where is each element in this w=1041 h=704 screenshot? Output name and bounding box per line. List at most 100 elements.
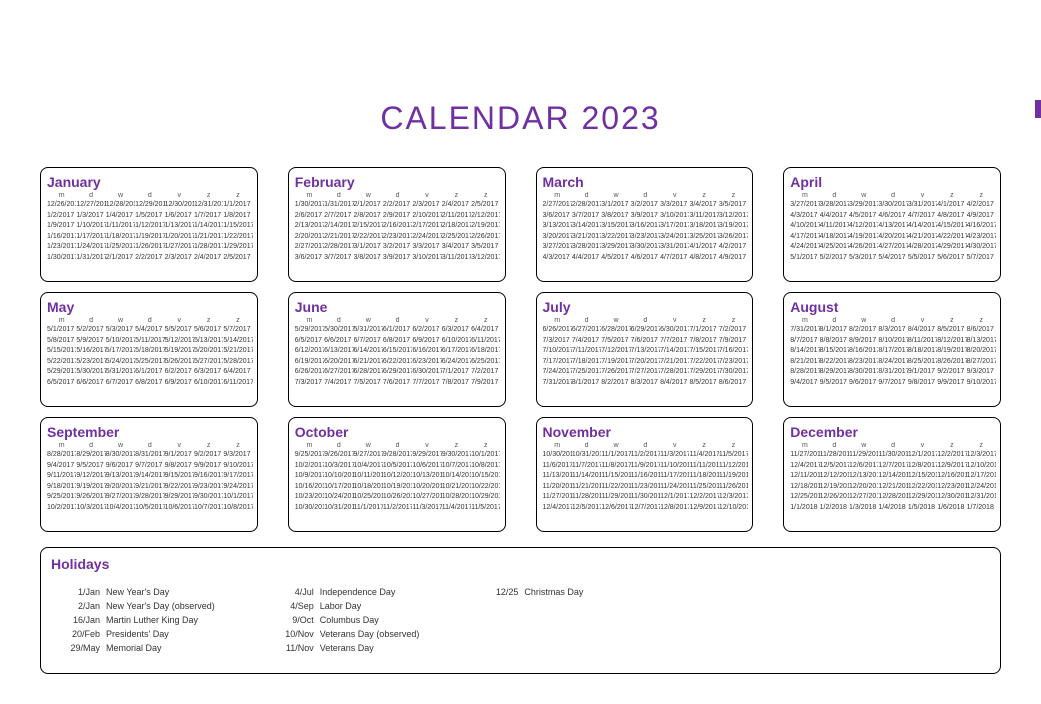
day-cell: 11/30/2017 xyxy=(878,450,907,461)
day-cell: 2/3/2017 xyxy=(165,253,194,264)
day-cell: 2/7/2017 xyxy=(324,211,353,222)
day-cell: 4/10/2017 xyxy=(790,221,819,232)
day-cell: 3/8/2017 xyxy=(354,253,383,264)
dow-cell: d xyxy=(572,317,601,324)
day-cell: 12/29/2017 xyxy=(908,492,937,503)
day-cell: 7/6/2017 xyxy=(631,336,660,347)
day-cell: 2/24/2017 xyxy=(412,232,441,243)
day-cell: 2/1/2017 xyxy=(106,253,135,264)
day-cell: 8/4/2017 xyxy=(908,325,937,336)
week-row: 5/15/20175/16/20175/17/20175/18/20175/19… xyxy=(47,346,253,357)
day-cell: 1/6/2018 xyxy=(937,503,966,514)
day-cell: 8/19/2017 xyxy=(937,346,966,357)
day-cell: 10/2/2017 xyxy=(47,503,76,514)
day-cell: 4/13/2017 xyxy=(878,221,907,232)
day-cell: 1/18/2017 xyxy=(106,232,135,243)
day-cell: 1/27/2017 xyxy=(165,242,194,253)
day-cell: 8/25/2017 xyxy=(908,357,937,368)
day-cell: 6/26/2017 xyxy=(295,367,324,378)
day-cell: 5/12/2017 xyxy=(165,336,194,347)
day-cell: 2/15/2017 xyxy=(354,221,383,232)
dow-cell: d xyxy=(135,317,164,324)
day-cell: 4/15/2017 xyxy=(937,221,966,232)
day-cell: 11/5/2017 xyxy=(471,503,500,514)
day-cell: 10/29/2017 xyxy=(471,492,500,503)
day-cell: 4/19/2017 xyxy=(849,232,878,243)
day-cell: 3/4/2017 xyxy=(689,200,718,211)
day-cell: 6/7/2017 xyxy=(106,378,135,389)
day-cell: 1/21/2017 xyxy=(194,232,223,243)
day-cell: 10/5/2017 xyxy=(383,461,412,472)
day-cell: 5/3/2017 xyxy=(849,253,878,264)
day-cell: 9/9/2017 xyxy=(937,378,966,389)
day-cell: 11/14/2017 xyxy=(572,471,601,482)
holiday-row: 9/OctColumbus Day xyxy=(275,615,420,625)
holiday-name: New Year's Day xyxy=(106,587,215,597)
day-cell: 12/3/2017 xyxy=(967,450,996,461)
day-cell: 5/13/2017 xyxy=(194,336,223,347)
day-cell: 12/4/2017 xyxy=(543,503,572,514)
day-cell: 10/5/2017 xyxy=(135,503,164,514)
day-cell: 6/22/2017 xyxy=(383,357,412,368)
week-row: 12/18/201712/19/201712/20/201712/21/2017… xyxy=(790,482,996,493)
day-cell: 4/7/2017 xyxy=(660,253,689,264)
day-cell: 8/3/2017 xyxy=(878,325,907,336)
day-cell: 9/24/2017 xyxy=(223,482,252,493)
week-row: 8/14/20178/15/20178/16/20178/17/20178/18… xyxy=(790,346,996,357)
holiday-row: 29/MayMemorial Day xyxy=(61,643,215,653)
day-cell: 8/29/2017 xyxy=(820,367,849,378)
day-cell: 1/17/2017 xyxy=(76,232,105,243)
dow-cell: z xyxy=(937,442,966,449)
day-cell: 3/31/2017 xyxy=(908,200,937,211)
day-cell: 9/26/2017 xyxy=(76,492,105,503)
week-row: 10/2/201710/3/201710/4/201710/5/201710/6… xyxy=(47,503,253,514)
day-cell: 10/20/2017 xyxy=(412,482,441,493)
day-cell: 9/8/2017 xyxy=(165,461,194,472)
day-cell: 5/31/2017 xyxy=(106,367,135,378)
dow-row: mdwdvzz xyxy=(543,317,749,324)
day-cell: 1/3/2017 xyxy=(76,211,105,222)
month-name: January xyxy=(47,174,253,190)
dow-cell: w xyxy=(601,442,630,449)
week-row: 1/23/20171/24/20171/25/20171/26/20171/27… xyxy=(47,242,253,253)
day-cell: 3/25/2017 xyxy=(689,232,718,243)
week-row: 11/20/201711/21/201711/22/201711/23/2017… xyxy=(543,482,749,493)
week-row: 3/6/20173/7/20173/8/20173/9/20173/10/201… xyxy=(295,253,501,264)
day-cell: 9/27/2017 xyxy=(354,450,383,461)
day-cell: 9/20/2017 xyxy=(106,482,135,493)
week-row: 4/3/20174/4/20174/5/20174/6/20174/7/2017… xyxy=(790,211,996,222)
day-cell: 9/27/2017 xyxy=(106,492,135,503)
day-cell: 4/5/2017 xyxy=(849,211,878,222)
day-cell: 5/2/2017 xyxy=(76,325,105,336)
day-cell: 12/5/2017 xyxy=(572,503,601,514)
day-cell: 5/7/2017 xyxy=(967,253,996,264)
day-cell: 3/2/2017 xyxy=(383,242,412,253)
dow-cell: d xyxy=(76,442,105,449)
day-cell: 5/6/2017 xyxy=(194,325,223,336)
day-cell: 12/17/2017 xyxy=(967,471,996,482)
day-cell: 1/10/2017 xyxy=(76,221,105,232)
day-cell: 9/1/2017 xyxy=(165,450,194,461)
day-cell: 10/25/2017 xyxy=(354,492,383,503)
day-cell: 6/17/2017 xyxy=(442,346,471,357)
holiday-date: 10/Nov xyxy=(275,629,320,639)
month-name: April xyxy=(790,174,996,190)
day-cell: 6/1/2017 xyxy=(135,367,164,378)
day-cell: 4/23/2017 xyxy=(967,232,996,243)
day-cell: 8/6/2017 xyxy=(719,378,748,389)
week-row: 5/1/20175/2/20175/3/20175/4/20175/5/2017… xyxy=(47,325,253,336)
dow-cell: d xyxy=(631,442,660,449)
day-cell: 4/4/2017 xyxy=(820,211,849,222)
dow-cell: w xyxy=(849,442,878,449)
week-row: 8/7/20178/8/20178/9/20178/10/20178/11/20… xyxy=(790,336,996,347)
day-cell: 6/4/2017 xyxy=(223,367,252,378)
dow-cell: z xyxy=(442,317,471,324)
dow-cell: w xyxy=(354,192,383,199)
month-box: Septembermdwdvzz8/28/20178/29/20178/30/2… xyxy=(40,417,258,532)
holiday-date: 29/May xyxy=(61,643,106,653)
day-cell: 7/1/2017 xyxy=(442,367,471,378)
day-cell: 11/1/2017 xyxy=(354,503,383,514)
day-cell: 2/23/2017 xyxy=(383,232,412,243)
week-row: 7/3/20177/4/20177/5/20177/6/20177/7/2017… xyxy=(295,378,501,389)
holiday-name: Presidents' Day xyxy=(106,629,215,639)
